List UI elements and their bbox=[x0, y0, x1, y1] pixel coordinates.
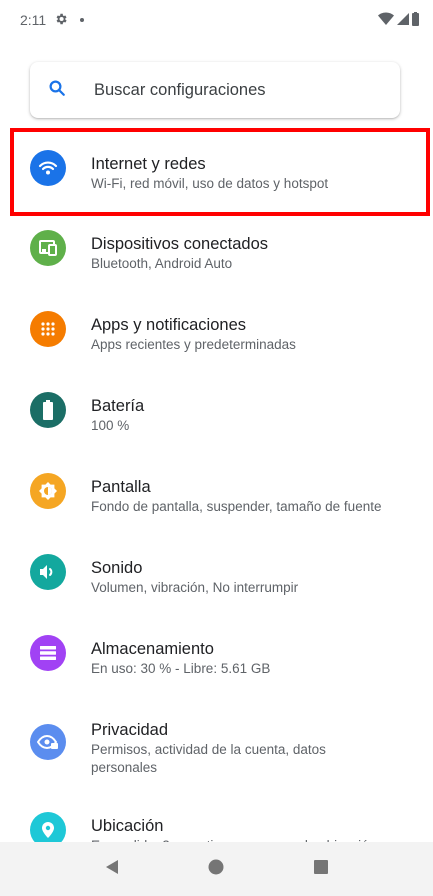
item-subtitle: 100 % bbox=[91, 418, 130, 433]
cell-signal-icon bbox=[396, 12, 410, 29]
item-title: Privacidad bbox=[91, 721, 169, 739]
apps-icon bbox=[30, 311, 66, 347]
settings-item-storage[interactable]: Almacenamiento En uso: 30 % - Libre: 5.6… bbox=[0, 613, 433, 694]
wifi-signal-icon bbox=[378, 12, 394, 29]
item-title: Batería bbox=[91, 397, 145, 415]
item-title: Pantalla bbox=[91, 478, 151, 496]
volume-icon bbox=[30, 554, 66, 590]
battery-status-icon bbox=[412, 11, 419, 29]
item-title: Apps y notificaciones bbox=[91, 316, 247, 334]
item-title: Ubicación bbox=[91, 817, 164, 835]
settings-item-display[interactable]: Pantalla Fondo de pantalla, suspender, t… bbox=[0, 451, 433, 532]
storage-icon bbox=[30, 635, 66, 671]
item-title: Sonido bbox=[91, 559, 143, 577]
item-title: Dispositivos conectados bbox=[91, 235, 269, 253]
battery-icon bbox=[30, 392, 66, 428]
navigation-bar bbox=[0, 842, 433, 896]
settings-gear-icon bbox=[54, 12, 68, 29]
settings-item-devices[interactable]: Dispositivos conectados Bluetooth, Andro… bbox=[0, 208, 433, 289]
search-bar[interactable]: Buscar configuraciones bbox=[30, 62, 400, 118]
settings-list: Internet y redes Wi-Fi, red móvil, uso d… bbox=[0, 128, 433, 870]
item-subtitle: En uso: 30 % - Libre: 5.61 GB bbox=[91, 661, 271, 676]
notification-dot-icon bbox=[80, 18, 85, 22]
search-placeholder: Buscar configuraciones bbox=[94, 80, 266, 99]
privacy-icon bbox=[30, 724, 66, 760]
settings-item-privacy[interactable]: Privacidad Permisos, actividad de la cue… bbox=[0, 694, 433, 790]
status-bar: 2:11 bbox=[0, 0, 433, 40]
search-icon bbox=[48, 79, 66, 102]
item-subtitle: Bluetooth, Android Auto bbox=[91, 256, 233, 271]
devices-icon bbox=[30, 230, 66, 266]
status-time: 2:11 bbox=[20, 12, 47, 28]
back-button[interactable] bbox=[105, 859, 119, 880]
item-subtitle: Permisos, actividad de la cuenta, datos … bbox=[91, 742, 326, 775]
settings-item-apps[interactable]: Apps y notificaciones Apps recientes y p… bbox=[0, 289, 433, 370]
settings-item-battery[interactable]: Batería 100 % bbox=[0, 370, 433, 451]
brightness-icon bbox=[30, 473, 66, 509]
item-subtitle: Fondo de pantalla, suspender, tamaño de … bbox=[91, 499, 382, 514]
recents-button[interactable] bbox=[313, 859, 329, 880]
highlight-box bbox=[10, 128, 430, 216]
item-subtitle: Apps recientes y predeterminadas bbox=[91, 337, 296, 352]
home-button[interactable] bbox=[208, 859, 224, 880]
settings-item-sound[interactable]: Sonido Volumen, vibración, No interrumpi… bbox=[0, 532, 433, 613]
item-title: Almacenamiento bbox=[91, 640, 214, 658]
item-subtitle: Volumen, vibración, No interrumpir bbox=[91, 580, 299, 595]
